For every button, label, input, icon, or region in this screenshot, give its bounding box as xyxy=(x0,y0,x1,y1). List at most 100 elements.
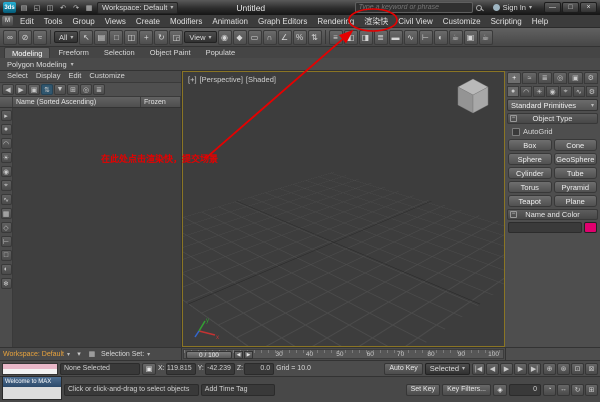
workspace-menu-icon[interactable]: ▾ xyxy=(73,348,85,360)
se-back-icon[interactable]: ◀ xyxy=(2,84,14,95)
object-name-field[interactable] xyxy=(508,222,582,233)
bind-to-space-warp-icon[interactable]: ≈ xyxy=(33,29,47,45)
filter-materials-icon[interactable]: ◐ xyxy=(0,264,12,275)
layer-manager-icon[interactable]: ≣ xyxy=(373,29,388,45)
render-setup-icon[interactable]: ☕ xyxy=(448,29,463,45)
select-and-link-icon[interactable]: ∞ xyxy=(3,29,17,45)
viewport-shading-menu[interactable]: [Shaded] xyxy=(246,75,276,84)
orbit-icon[interactable]: ↻ xyxy=(571,383,585,396)
unlink-selection-icon[interactable]: ⊘ xyxy=(18,29,32,45)
category-helpers-icon[interactable]: ⌖ xyxy=(559,86,572,97)
project-folder-icon[interactable]: ▦ xyxy=(83,2,95,14)
se-lock-icon[interactable]: ▣ xyxy=(28,84,40,95)
se-sort-icon[interactable]: ⇅ xyxy=(41,84,53,95)
max-icon[interactable]: M xyxy=(2,16,13,26)
filter-groups-icon[interactable]: ▦ xyxy=(0,208,12,219)
close-button[interactable]: × xyxy=(580,2,597,13)
key-mode-toggle-icon[interactable]: ◈ xyxy=(493,383,508,396)
se-filter-icon[interactable]: ▼ xyxy=(54,84,66,95)
menu-item[interactable]: Graph Editors xyxy=(253,15,312,28)
filter-all-icon[interactable]: ▸ xyxy=(0,110,12,121)
category-systems-icon[interactable]: ⚙ xyxy=(585,86,598,97)
category-cameras-icon[interactable]: ◉ xyxy=(546,86,559,97)
ribbon-tab[interactable]: Object Paint xyxy=(143,47,198,58)
open-file-icon[interactable]: ◱ xyxy=(31,2,43,14)
object-type-button[interactable]: GeoSphere xyxy=(553,153,597,165)
menu-item[interactable]: Rendering xyxy=(312,15,359,28)
key-filters-button[interactable]: Key Filters... xyxy=(442,383,492,396)
spinner-snap-icon[interactable]: ⇅ xyxy=(307,29,322,45)
menu-item[interactable]: Views xyxy=(100,15,131,28)
named-selection-sets-icon[interactable]: ≡ xyxy=(328,29,343,45)
viewport-general-menu[interactable]: [+] xyxy=(188,75,197,84)
selection-lock-icon[interactable]: ▣ xyxy=(142,362,156,375)
render-production-icon[interactable]: ☕ xyxy=(478,29,493,45)
se-settings-icon[interactable]: ≣ xyxy=(93,84,105,95)
menu-item[interactable]: Customize xyxy=(438,15,486,28)
named-set-icon[interactable]: ▦ xyxy=(86,348,98,360)
material-editor-icon[interactable]: ◐ xyxy=(433,29,448,45)
select-and-rotate-icon[interactable]: ↻ xyxy=(154,29,169,45)
menu-item[interactable]: Tools xyxy=(39,15,68,28)
se-find-icon[interactable]: ◎ xyxy=(80,84,92,95)
zoom-icon[interactable]: ⊕ xyxy=(543,362,556,375)
menu-item[interactable]: Group xyxy=(67,15,99,28)
save-file-icon[interactable]: ◫ xyxy=(44,2,56,14)
select-and-move-icon[interactable]: + xyxy=(139,29,154,45)
maximize-button[interactable]: □ xyxy=(562,2,579,13)
tab-utilities-icon[interactable]: ⚙ xyxy=(583,72,598,84)
object-type-button[interactable]: Plane xyxy=(553,195,597,207)
maxscript-mini-listener[interactable] xyxy=(2,362,58,375)
sign-in-button[interactable]: Sign In ▾ xyxy=(492,3,532,12)
object-type-button[interactable]: Cylinder xyxy=(508,167,552,179)
tab-hierarchy-icon[interactable]: ≣ xyxy=(537,72,552,84)
undo-icon[interactable]: ↶ xyxy=(57,2,69,14)
perspective-viewport[interactable]: [+] [Perspective] [Shaded] x y xyxy=(182,71,505,347)
track-bar[interactable]: 0102030405060708090100 0 / 100 ◀ ▶ xyxy=(183,349,504,359)
menu-item[interactable]: Create xyxy=(131,15,165,28)
keyboard-override-icon[interactable]: ▭ xyxy=(247,29,262,45)
search-input[interactable] xyxy=(354,2,473,13)
use-pivot-center-icon[interactable]: ◉ xyxy=(217,29,232,45)
object-type-button[interactable]: Torus xyxy=(508,181,552,193)
schematic-view-icon[interactable]: ⊢ xyxy=(418,29,433,45)
play-icon[interactable]: ▶ xyxy=(500,362,513,375)
frozen-column-header[interactable]: Frozen xyxy=(141,97,181,107)
field-of-view-icon[interactable]: ◔ xyxy=(543,383,557,396)
app-logo[interactable]: 3ds xyxy=(3,2,16,13)
next-frame-arrow-icon[interactable]: ▶ xyxy=(244,351,253,359)
rendered-frame-icon[interactable]: ▣ xyxy=(463,29,478,45)
menu-item[interactable]: Edit xyxy=(15,15,39,28)
align-icon[interactable]: ◨ xyxy=(358,29,373,45)
scene-object-list[interactable] xyxy=(13,108,181,347)
time-slider[interactable]: 0 / 100 xyxy=(186,351,232,359)
pan-icon[interactable]: ↔ xyxy=(557,383,571,396)
object-type-rollout[interactable]: − Object Type xyxy=(507,113,598,124)
object-type-button[interactable]: Box xyxy=(508,139,552,151)
scene-explorer-menu-item[interactable]: Edit xyxy=(64,71,85,82)
filter-containers-icon[interactable]: □ xyxy=(0,250,12,261)
menu-item[interactable]: Civil View xyxy=(393,15,438,28)
search-icon[interactable] xyxy=(475,4,482,11)
welcome-window-title[interactable]: Welcome to MAX xyxy=(3,377,61,387)
category-spacewarps-icon[interactable]: ∿ xyxy=(572,86,585,97)
new-scene-icon[interactable]: ▤ xyxy=(18,2,30,14)
angle-snap-icon[interactable]: ∠ xyxy=(277,29,292,45)
zoom-all-icon[interactable]: ⊛ xyxy=(557,362,570,375)
next-frame-icon[interactable]: ▶ xyxy=(514,362,527,375)
ribbon-tab[interactable]: Selection xyxy=(97,47,142,58)
tab-create-icon[interactable]: + xyxy=(507,72,522,84)
filter-geometry-icon[interactable]: ● xyxy=(0,124,12,135)
filter-cameras-icon[interactable]: ◉ xyxy=(0,166,12,177)
name-and-color-rollout[interactable]: − Name and Color xyxy=(507,209,598,220)
workspace-dropdown[interactable]: Workspace: Default ▾ xyxy=(97,1,179,14)
current-frame-field[interactable]: 0 xyxy=(509,383,542,396)
window-crossing-icon[interactable]: ◫ xyxy=(124,29,139,45)
object-type-button[interactable]: Sphere xyxy=(508,153,552,165)
autogrid-checkbox[interactable] xyxy=(512,127,520,136)
category-lights-icon[interactable]: ☀ xyxy=(533,86,546,97)
tab-modify-icon[interactable]: ≈ xyxy=(522,72,537,84)
category-shapes-icon[interactable]: ◠ xyxy=(520,86,533,97)
viewport-pov-menu[interactable]: [Perspective] xyxy=(200,75,243,84)
filter-shapes-icon[interactable]: ◠ xyxy=(0,138,12,149)
